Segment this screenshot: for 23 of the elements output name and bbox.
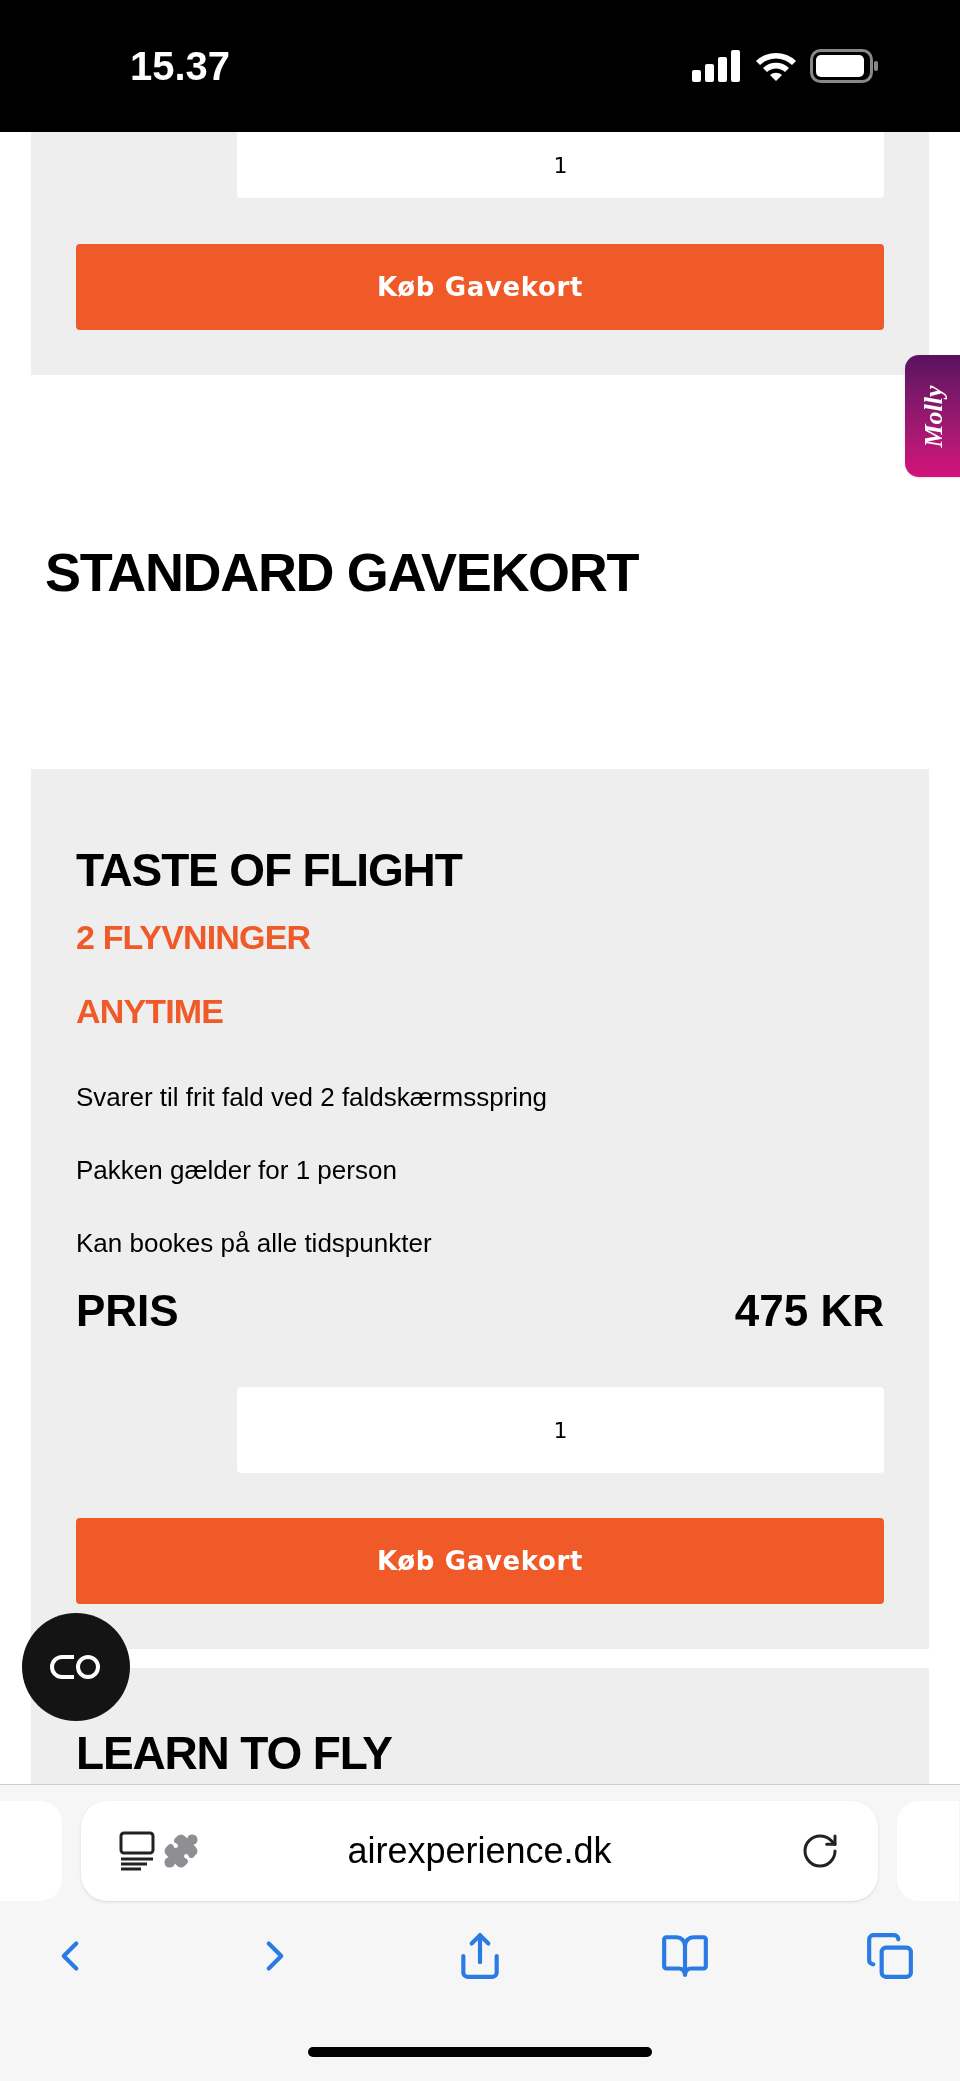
battery-icon — [810, 49, 880, 83]
product-tag: ANYTIME — [76, 989, 884, 1033]
status-time: 15.37 — [130, 43, 231, 90]
price-label: PRIS — [76, 1285, 179, 1337]
quantity-field[interactable]: 1 — [237, 132, 884, 198]
feature-text: Svarer til frit fald ved 2 faldskærmsspring — [76, 1081, 549, 1114]
extension-icon[interactable] — [163, 1833, 199, 1869]
quantity-field[interactable]: 1 — [237, 1387, 884, 1473]
address-bar[interactable]: airexperience.dk — [81, 1801, 878, 1901]
tabs-icon[interactable] — [865, 1931, 915, 1981]
feature-text: Kan bookes på alle tidspunkter — [76, 1227, 433, 1260]
feature-text: Pakken gælder for 1 person — [76, 1154, 398, 1187]
section-heading: STANDARD GAVEKORT — [45, 540, 639, 604]
chat-tab-label[interactable]: Molly — [913, 384, 953, 448]
product-title: TASTE OF FLIGHT — [76, 843, 464, 898]
product-subtitle: 2 FLYVNINGER — [76, 917, 312, 958]
chat-tab[interactable]: Molly — [905, 355, 960, 477]
url-text[interactable]: airexperience.dk — [199, 1824, 800, 1878]
wifi-icon — [754, 50, 798, 82]
product-title: LEARN TO FLY — [76, 1728, 393, 1778]
signal-icon — [692, 50, 742, 82]
reader-icon[interactable] — [119, 1831, 155, 1871]
price-value: 475 KR — [734, 1285, 884, 1337]
